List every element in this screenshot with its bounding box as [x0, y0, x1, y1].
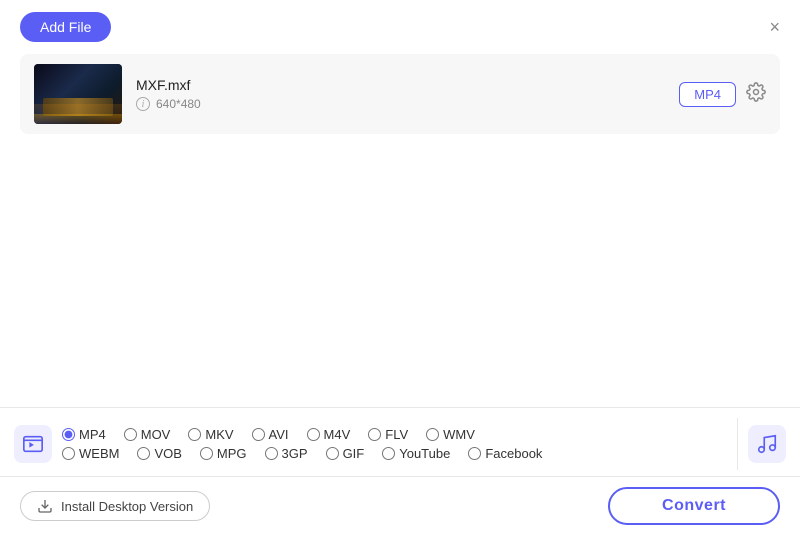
option-youtube[interactable]: YouTube — [382, 446, 450, 461]
option-m4v[interactable]: M4V — [307, 427, 351, 442]
header: Add File × — [0, 0, 800, 50]
label-3gp: 3GP — [282, 446, 308, 461]
file-item: MXF.mxf i 640*480 MP4 — [20, 54, 780, 134]
label-mov: MOV — [141, 427, 171, 442]
label-mp4: MP4 — [79, 427, 106, 442]
label-vob: VOB — [154, 446, 181, 461]
label-gif: GIF — [343, 446, 365, 461]
option-facebook[interactable]: Facebook — [468, 446, 542, 461]
label-webm: WEBM — [79, 446, 119, 461]
file-list: MXF.mxf i 640*480 MP4 — [20, 54, 780, 134]
option-webm[interactable]: WEBM — [62, 446, 119, 461]
label-flv: FLV — [385, 427, 408, 442]
format-row-2: WEBM VOB MPG 3GP GIF — [62, 446, 731, 461]
audio-format-button[interactable] — [748, 425, 786, 463]
add-file-button[interactable]: Add File — [20, 12, 111, 42]
label-mkv: MKV — [205, 427, 233, 442]
file-name: MXF.mxf — [136, 77, 679, 93]
option-avi[interactable]: AVI — [252, 427, 289, 442]
file-info: MXF.mxf i 640*480 — [136, 77, 679, 111]
option-gif[interactable]: GIF — [326, 446, 365, 461]
label-facebook: Facebook — [485, 446, 542, 461]
format-options: MP4 MOV MKV AVI M4V — [62, 427, 731, 461]
option-flv[interactable]: FLV — [368, 427, 408, 442]
settings-button[interactable] — [746, 82, 766, 107]
option-mpg[interactable]: MPG — [200, 446, 247, 461]
option-vob[interactable]: VOB — [137, 446, 181, 461]
convert-button[interactable]: Convert — [608, 487, 780, 525]
option-mp4[interactable]: MP4 — [62, 427, 106, 442]
video-format-icon[interactable] — [14, 425, 52, 463]
footer: Install Desktop Version Convert — [0, 477, 800, 535]
file-resolution: 640*480 — [156, 97, 201, 111]
install-label: Install Desktop Version — [61, 499, 193, 514]
label-mpg: MPG — [217, 446, 247, 461]
file-thumbnail — [34, 64, 122, 124]
file-actions: MP4 — [679, 82, 766, 107]
close-button[interactable]: × — [769, 18, 780, 36]
option-wmv[interactable]: WMV — [426, 427, 475, 442]
file-meta: i 640*480 — [136, 97, 679, 111]
option-3gp[interactable]: 3GP — [265, 446, 308, 461]
bottom-bar: MP4 MOV MKV AVI M4V — [0, 407, 800, 535]
label-avi: AVI — [269, 427, 289, 442]
divider — [737, 418, 738, 470]
info-icon: i — [136, 97, 150, 111]
format-bar: MP4 MOV MKV AVI M4V — [0, 408, 800, 477]
download-icon — [37, 498, 53, 514]
format-badge[interactable]: MP4 — [679, 82, 736, 107]
format-row-1: MP4 MOV MKV AVI M4V — [62, 427, 731, 442]
option-mov[interactable]: MOV — [124, 427, 171, 442]
install-desktop-button[interactable]: Install Desktop Version — [20, 491, 210, 521]
label-wmv: WMV — [443, 427, 475, 442]
middle-area — [0, 134, 800, 374]
label-m4v: M4V — [324, 427, 351, 442]
option-mkv[interactable]: MKV — [188, 427, 233, 442]
label-youtube: YouTube — [399, 446, 450, 461]
